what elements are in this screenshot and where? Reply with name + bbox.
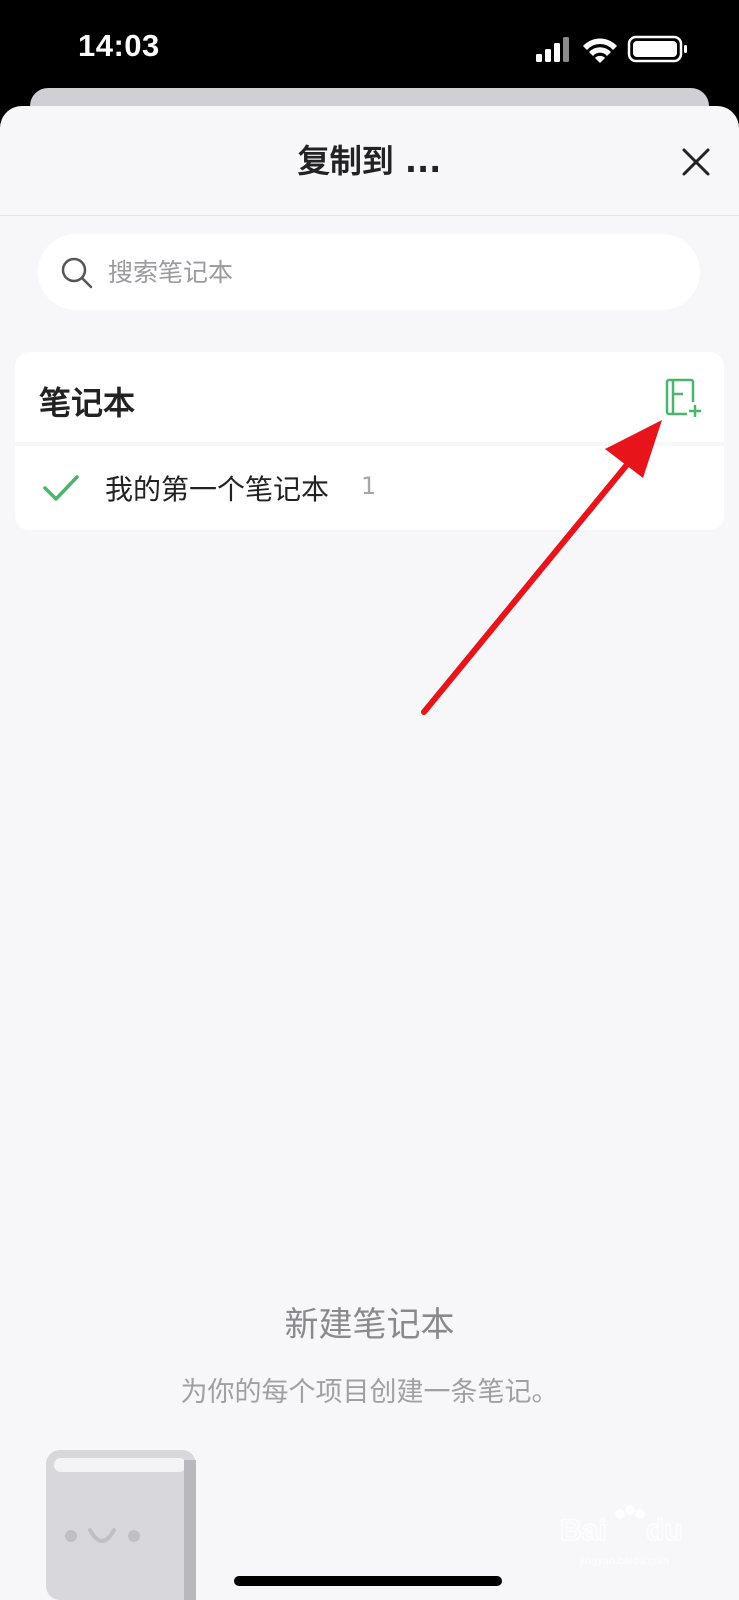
cellular-signal-icon	[536, 37, 569, 62]
battery-icon	[627, 35, 687, 63]
sheet-title: 复制到 ...	[297, 142, 442, 180]
svg-text:jingyan.baidu.com: jingyan.baidu.com	[579, 1555, 669, 1567]
search-icon	[61, 257, 93, 289]
home-indicator[interactable]	[234, 1576, 502, 1586]
search-bar[interactable]	[38, 234, 700, 310]
wifi-icon	[583, 38, 617, 63]
empty-state-subtitle: 为你的每个项目创建一条笔记。	[180, 1377, 559, 1408]
notebooks-section-header: 笔记本	[15, 352, 724, 442]
status-icons	[536, 35, 687, 63]
copy-to-sheet: 复制到 ... 笔记本 我的第一个笔记本 1	[0, 106, 739, 1600]
svg-text:Bai: Bai	[560, 1514, 607, 1547]
notebook-list-item[interactable]: 我的第一个笔记本 1	[15, 446, 724, 530]
notebooks-section-title: 笔记本	[39, 384, 136, 422]
notebook-illustration	[46, 1450, 196, 1600]
search-input[interactable]	[108, 234, 668, 310]
status-time: 14:03	[78, 28, 160, 63]
sheet-header: 复制到 ...	[0, 106, 739, 216]
add-notebook-icon[interactable]	[663, 376, 703, 420]
status-bar: 14:03	[0, 0, 739, 100]
notebook-item-count: 1	[361, 472, 377, 500]
checkmark-icon	[43, 475, 79, 501]
notebook-item-label: 我的第一个笔记本	[105, 473, 330, 506]
empty-state-title: 新建笔记本	[284, 1305, 455, 1345]
close-icon[interactable]	[672, 138, 720, 186]
baidu-watermark-logo: Bai du jingyan.baidu.com	[560, 1505, 683, 1567]
svg-text:du: du	[646, 1514, 683, 1547]
